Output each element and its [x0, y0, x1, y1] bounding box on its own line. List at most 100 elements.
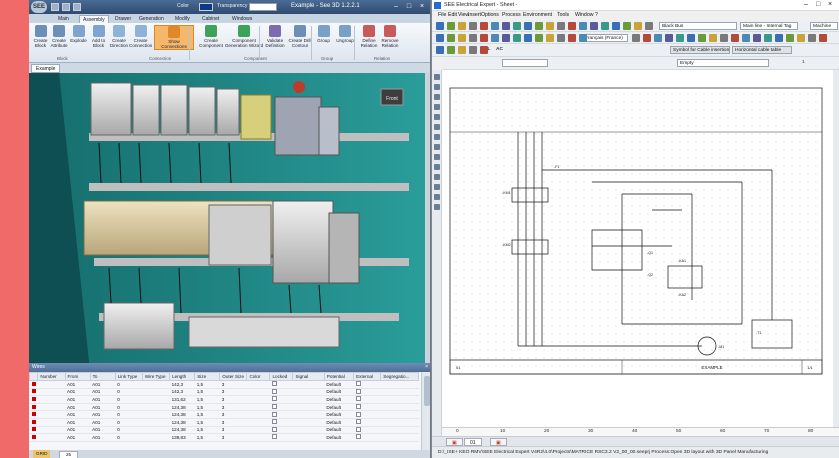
table-cell[interactable]: [37, 395, 66, 404]
table-cell[interactable]: 1,5: [194, 418, 220, 427]
table-cell[interactable]: A01: [90, 395, 116, 404]
table-checkbox[interactable]: [353, 426, 381, 435]
toolbar-tool-icon[interactable]: [579, 34, 587, 42]
machine-combo[interactable]: Machine: [810, 22, 838, 30]
table-cell[interactable]: 124,38: [169, 426, 195, 435]
table-cell[interactable]: Default: [324, 418, 354, 427]
menu-environment[interactable]: Environment: [523, 12, 552, 18]
table-cell[interactable]: A01: [65, 380, 91, 389]
checkbox-icon[interactable]: [355, 426, 361, 432]
toolbar-tool-icon[interactable]: [447, 46, 455, 54]
table-row[interactable]: A01 A01 0 124,38 1,5 3 Default: [29, 403, 419, 412]
toolbar-tool-icon[interactable]: [731, 34, 739, 42]
table-cell[interactable]: [380, 395, 419, 404]
checkbox-icon[interactable]: [355, 434, 361, 440]
ribbon-button-add-to-block[interactable]: Add to Block: [89, 25, 108, 48]
ribbon-button-group[interactable]: Group: [314, 25, 333, 43]
toolbar-tool-icon[interactable]: [524, 34, 532, 42]
ribbon-button-create-block[interactable]: Create Block: [32, 25, 49, 48]
table-cell[interactable]: [380, 410, 419, 419]
ribbon-button-define-relation[interactable]: Define Relation: [359, 25, 379, 48]
table-cell[interactable]: [142, 403, 170, 412]
table-checkbox[interactable]: [269, 403, 293, 412]
3d-viewport[interactable]: Front: [29, 73, 426, 363]
table-cell[interactable]: [246, 388, 270, 397]
drawing-tool-icon[interactable]: [434, 204, 440, 210]
grid-column-header[interactable]: [29, 372, 39, 381]
table-cell[interactable]: A01: [65, 426, 91, 435]
table-cell[interactable]: [37, 433, 66, 442]
table-cell[interactable]: [142, 418, 170, 427]
table-cell[interactable]: [246, 403, 270, 412]
table-cell[interactable]: [380, 426, 419, 435]
table-cell[interactable]: A01: [90, 410, 116, 419]
drawing-tool-icon[interactable]: [434, 184, 440, 190]
drawing-tool-icon[interactable]: [434, 114, 440, 120]
drawing-tool-icon[interactable]: [434, 94, 440, 100]
toolbar-tool-icon[interactable]: [579, 22, 587, 30]
toolbar-tool-icon[interactable]: [491, 34, 499, 42]
redo-icon[interactable]: [73, 3, 81, 11]
drawing-tool-icon[interactable]: [434, 84, 440, 90]
sheet-tab-prev[interactable]: ▣: [446, 438, 463, 446]
table-cell[interactable]: 0: [115, 426, 143, 435]
toolbar-tool-icon[interactable]: [808, 34, 816, 42]
table-cell[interactable]: [292, 403, 325, 412]
table-checkbox[interactable]: [269, 418, 293, 427]
table-cell[interactable]: A01: [90, 388, 116, 397]
table-cell[interactable]: [142, 426, 170, 435]
table-checkbox[interactable]: [353, 395, 381, 404]
table-row[interactable]: A01 A01 0 124,38 1,5 3 Default: [29, 418, 419, 427]
table-row[interactable]: A01 A01 0 142,3 1,5 3 Default: [29, 380, 419, 389]
toolbar-tool-icon[interactable]: [753, 34, 761, 42]
checkbox-icon[interactable]: [271, 426, 277, 432]
sheet-vertical-scrollbar[interactable]: [833, 70, 839, 427]
toolbar-tool-icon[interactable]: [436, 34, 444, 42]
tab-drawer[interactable]: Drawer: [112, 15, 134, 23]
table-row[interactable]: A01 A01 0 142,3 1,5 3 Default: [29, 388, 419, 397]
cable-table-combo[interactable]: Horizontal cable table: [732, 46, 792, 54]
table-cell[interactable]: A01: [65, 410, 91, 419]
drawing-tool-icon[interactable]: [434, 144, 440, 150]
drawing-tool-icon[interactable]: [434, 124, 440, 130]
ribbon-button-create-component[interactable]: Create Component: [199, 25, 223, 48]
toolbar-tool-icon[interactable]: [436, 22, 444, 30]
document-tab-example[interactable]: Example: [31, 64, 61, 73]
drawing-tool-icon[interactable]: [434, 194, 440, 200]
table-cell[interactable]: 0: [115, 418, 143, 427]
close-icon[interactable]: ×: [828, 1, 832, 8]
table-checkbox[interactable]: [269, 410, 293, 419]
table-checkbox[interactable]: [353, 410, 381, 419]
grid-column-header[interactable]: External: [353, 372, 382, 381]
save-icon[interactable]: [51, 3, 59, 11]
table-checkbox[interactable]: [353, 418, 381, 427]
table-checkbox[interactable]: [269, 433, 293, 442]
table-cell[interactable]: [292, 380, 325, 389]
table-cell[interactable]: [37, 380, 66, 389]
undo-icon[interactable]: [62, 3, 70, 11]
table-cell[interactable]: [380, 433, 419, 442]
table-cell[interactable]: Default: [324, 410, 354, 419]
checkbox-icon[interactable]: [355, 396, 361, 402]
tab-main[interactable]: Main: [55, 15, 72, 23]
toolbar-tool-icon[interactable]: [513, 22, 521, 30]
checkbox-icon[interactable]: [271, 388, 277, 394]
schematic-sheet[interactable]: -KM1 -KM2 -F1 -Q1 -Q2 -KA1 -KA2 -M1 -T1 …: [442, 70, 839, 427]
table-checkbox[interactable]: [353, 380, 381, 389]
toolbar-tool-icon[interactable]: [480, 46, 488, 54]
table-cell[interactable]: A01: [65, 395, 91, 404]
table-checkbox[interactable]: [269, 395, 293, 404]
table-cell[interactable]: [292, 410, 325, 419]
grid-column-header[interactable]: Wire Type: [141, 372, 171, 381]
toolbar-tool-icon[interactable]: [698, 34, 706, 42]
table-cell[interactable]: [142, 433, 170, 442]
table-checkbox[interactable]: [353, 388, 381, 397]
tab-modify[interactable]: Modify: [172, 15, 193, 23]
transparency-input[interactable]: [249, 3, 277, 11]
drawing-tool-icon[interactable]: [434, 164, 440, 170]
table-cell[interactable]: [246, 410, 270, 419]
grid-column-header[interactable]: Outer Size: [219, 372, 248, 381]
grid-column-header[interactable]: Length: [169, 372, 196, 381]
table-cell[interactable]: 0: [115, 380, 143, 389]
sheet-tab-01[interactable]: 01: [464, 438, 482, 446]
